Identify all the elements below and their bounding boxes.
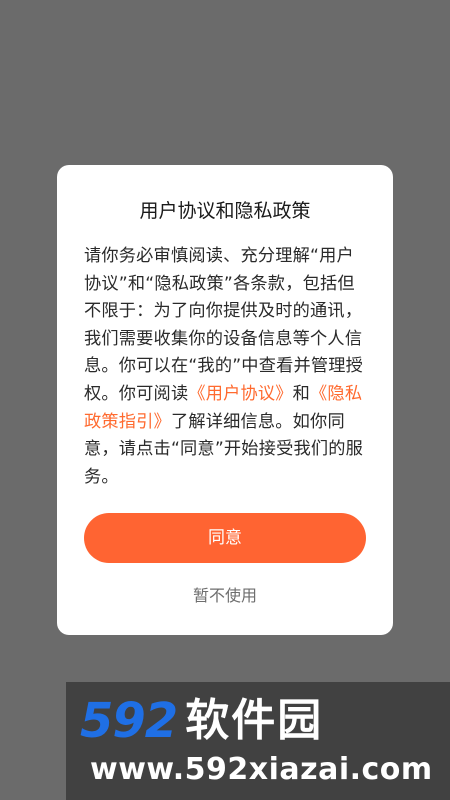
dialog-body: 请你务必审慎阅读、充分理解“用户协议”和“隐私政策”各条款，包括但不限于：为了向…	[84, 243, 369, 491]
watermark-url: www.592xiazai.com	[90, 752, 433, 787]
agree-button[interactable]: 同意	[84, 513, 366, 563]
body-text-2: 和	[292, 383, 311, 404]
decline-button[interactable]: 暂不使用	[57, 584, 393, 608]
body-text-1: 请你务必审慎阅读、充分理解“用户协议”和“隐私政策”各条款，包括但不限于：为了向…	[84, 246, 364, 404]
watermark-logo-number: 592	[80, 693, 178, 749]
privacy-dialog: 用户协议和隐私政策 请你务必审慎阅读、充分理解“用户协议”和“隐私政策”各条款，…	[57, 165, 393, 635]
watermark-banner: 592 软件园 www.592xiazai.com	[66, 682, 450, 800]
watermark-logo: 592 软件园	[80, 693, 324, 749]
user-agreement-link[interactable]: 《用户协议》	[188, 384, 292, 404]
watermark-logo-text: 软件园	[185, 695, 324, 746]
dialog-title: 用户协议和隐私政策	[139, 200, 311, 222]
